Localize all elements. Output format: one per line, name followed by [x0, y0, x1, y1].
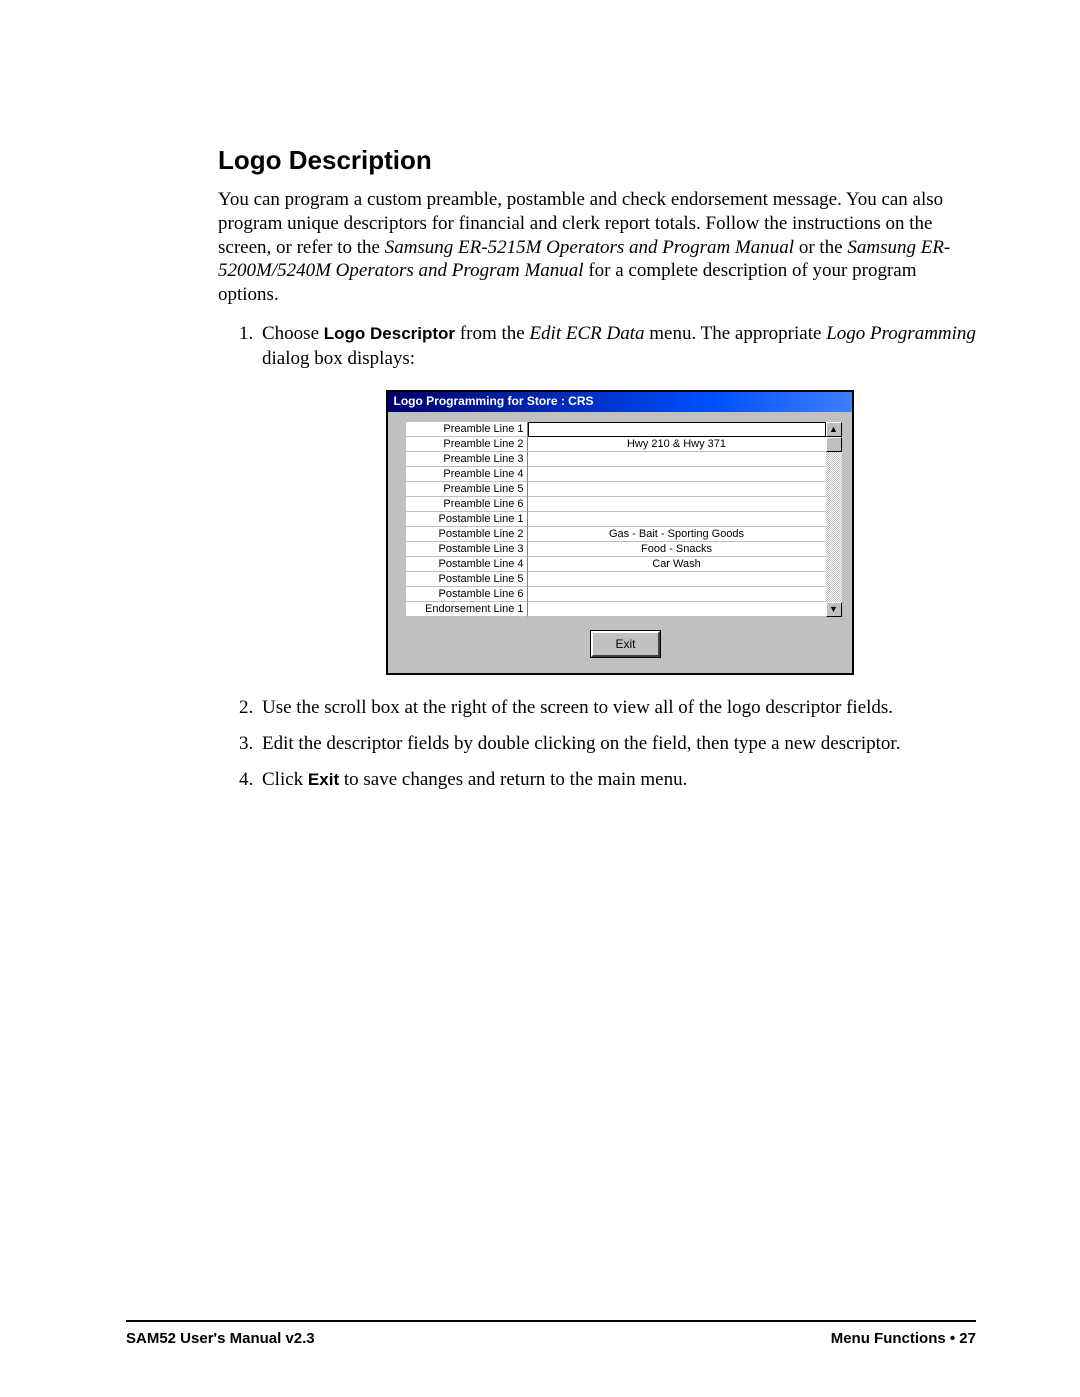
exit-button[interactable]: Exit: [591, 631, 659, 657]
menu-name: Edit ECR Data: [529, 323, 644, 344]
table-row[interactable]: Endorsement Line 1: [406, 602, 826, 617]
row-value[interactable]: [528, 602, 826, 617]
row-value[interactable]: Food - Snacks: [528, 542, 826, 557]
row-value[interactable]: Gas - Bait - Sporting Goods: [528, 527, 826, 542]
table-row[interactable]: Postamble Line 3 Food - Snacks: [406, 542, 826, 557]
steps-list: Choose Logo Descriptor from the Edit ECR…: [218, 321, 977, 792]
intro-text: or the: [794, 237, 847, 258]
descriptor-grid[interactable]: Preamble Line 1 Preamble Line 2 Hwy 210 …: [406, 422, 826, 617]
row-label: Postamble Line 5: [406, 572, 528, 587]
footer-left: SAM52 User's Manual v2.3: [126, 1330, 315, 1347]
scroll-track[interactable]: [826, 437, 842, 602]
row-label: Preamble Line 2: [406, 437, 528, 452]
row-value[interactable]: [528, 422, 826, 437]
table-row[interactable]: Preamble Line 1: [406, 422, 826, 437]
section-heading: Logo Description: [218, 145, 977, 176]
table-row[interactable]: Preamble Line 2 Hwy 210 & Hwy 371: [406, 437, 826, 452]
step-2: Use the scroll box at the right of the s…: [258, 695, 977, 721]
step-3: Edit the descriptor fields by double cli…: [258, 731, 977, 757]
row-label: Postamble Line 4: [406, 557, 528, 572]
manual-ref-1: Samsung ER-5215M Operators and Program M…: [385, 237, 794, 258]
row-value[interactable]: [528, 587, 826, 602]
row-label: Postamble Line 2: [406, 527, 528, 542]
row-label: Preamble Line 3: [406, 452, 528, 467]
table-row[interactable]: Postamble Line 6: [406, 587, 826, 602]
dialog-name: Logo Programming: [826, 323, 976, 344]
table-row[interactable]: Preamble Line 5: [406, 482, 826, 497]
table-row[interactable]: Postamble Line 4 Car Wash: [406, 557, 826, 572]
table-row[interactable]: Preamble Line 6: [406, 497, 826, 512]
logo-programming-dialog: Logo Programming for Store : CRS Preambl…: [386, 390, 854, 675]
row-label: Preamble Line 1: [406, 422, 528, 437]
row-value[interactable]: Car Wash: [528, 557, 826, 572]
dialog-title: Logo Programming for Store : CRS: [394, 393, 594, 409]
table-row[interactable]: Preamble Line 3: [406, 452, 826, 467]
step-1: Choose Logo Descriptor from the Edit ECR…: [258, 321, 977, 675]
chevron-down-icon: ▼: [829, 603, 838, 615]
exit-label: Exit: [308, 770, 339, 789]
logo-descriptor-label: Logo Descriptor: [324, 324, 455, 343]
table-row[interactable]: Preamble Line 4: [406, 467, 826, 482]
row-value[interactable]: [528, 452, 826, 467]
step-4: Click Exit to save changes and return to…: [258, 767, 977, 793]
vertical-scrollbar[interactable]: ▲ ▼: [826, 422, 842, 617]
row-label: Endorsement Line 1: [406, 602, 528, 617]
table-row[interactable]: Postamble Line 2 Gas - Bait - Sporting G…: [406, 527, 826, 542]
footer-divider: [126, 1320, 976, 1322]
scroll-thumb[interactable]: [826, 437, 842, 452]
row-value[interactable]: [528, 482, 826, 497]
row-label: Postamble Line 3: [406, 542, 528, 557]
scroll-up-button[interactable]: ▲: [826, 422, 842, 437]
table-row[interactable]: Postamble Line 5: [406, 572, 826, 587]
row-label: Preamble Line 4: [406, 467, 528, 482]
row-value[interactable]: [528, 467, 826, 482]
row-label: Preamble Line 6: [406, 497, 528, 512]
row-label: Postamble Line 1: [406, 512, 528, 527]
row-value[interactable]: Hwy 210 & Hwy 371: [528, 437, 826, 452]
row-label: Preamble Line 5: [406, 482, 528, 497]
dialog-titlebar: Logo Programming for Store : CRS: [388, 392, 852, 412]
row-value[interactable]: [528, 497, 826, 512]
table-row[interactable]: Postamble Line 1: [406, 512, 826, 527]
page-footer: SAM52 User's Manual v2.3 Menu Functions …: [126, 1330, 976, 1347]
chevron-up-icon: ▲: [829, 423, 838, 435]
scroll-down-button[interactable]: ▼: [826, 602, 842, 617]
intro-paragraph: You can program a custom preamble, posta…: [218, 188, 977, 307]
footer-right: Menu Functions • 27: [831, 1330, 976, 1347]
row-label: Postamble Line 6: [406, 587, 528, 602]
row-value[interactable]: [528, 512, 826, 527]
row-value[interactable]: [528, 572, 826, 587]
